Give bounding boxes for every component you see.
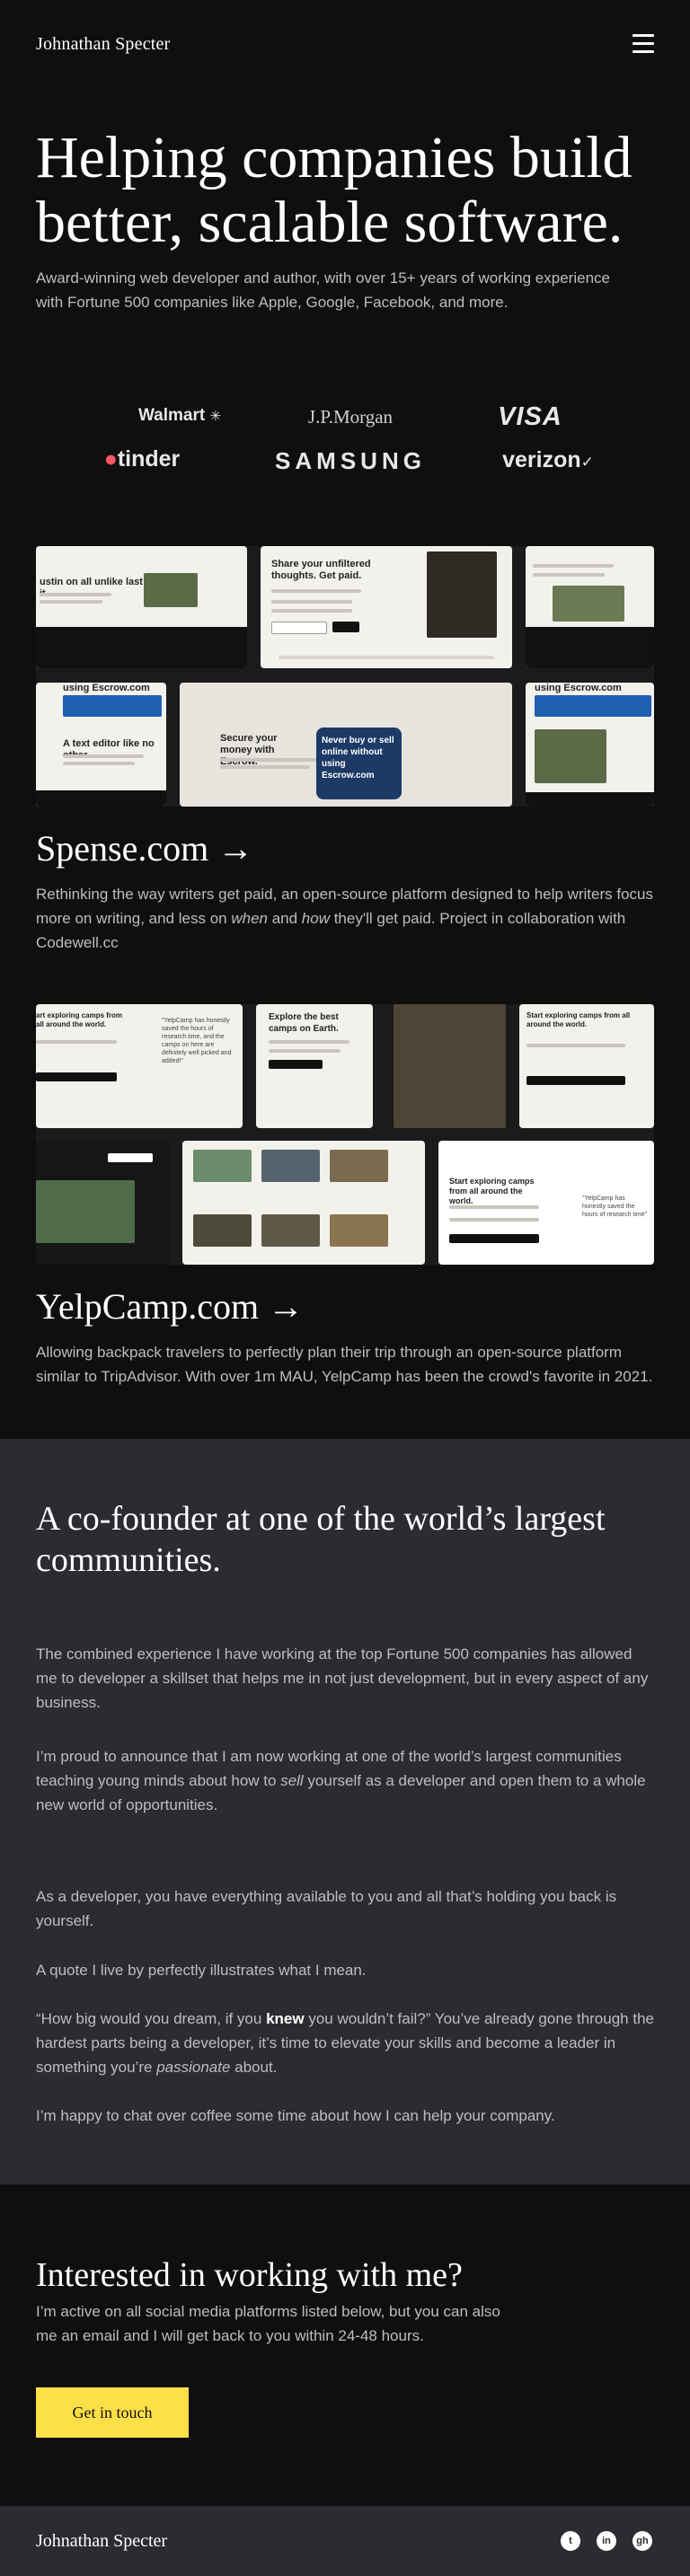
brand-logo[interactable]: Johnathan Specter bbox=[36, 34, 170, 55]
mock-tile bbox=[36, 1141, 171, 1265]
mock-tile: using Escrow.com A text editor like no o… bbox=[36, 683, 166, 807]
cta-title: Interested in working with me? bbox=[36, 2256, 463, 2294]
mock-tile: art exploring camps from all around the … bbox=[36, 1004, 243, 1128]
yelpcamp-link[interactable]: YelpCamp.com → bbox=[36, 1286, 304, 1328]
cofounder-paragraph-2: I’m proud to announce that I am now work… bbox=[36, 1748, 646, 1813]
cofounder-paragraph-3: As a developer, you have everything avai… bbox=[36, 1888, 617, 1929]
yelpcamp-description: Allowing backpack travelers to perfectly… bbox=[36, 1344, 653, 1385]
hero-subtitle: Award-winning web developer and author, … bbox=[36, 269, 610, 311]
cofounder-paragraph-4: A quote I live by perfectly illustrates … bbox=[36, 1962, 367, 1979]
cofounder-title: A co-founder at one of the world’s large… bbox=[36, 1500, 606, 1579]
linkedin-icon[interactable]: in bbox=[597, 2531, 616, 2551]
hero-title: Helping companies build better, scalable… bbox=[36, 125, 632, 255]
site-footer: Johnathan Specter t in gh bbox=[0, 2506, 690, 2576]
cofounder-paragraph-6: I’m happy to chat over coffee some time … bbox=[36, 2107, 555, 2124]
cofounder-paragraph-5: “How big would you dream, if you knew yo… bbox=[36, 2010, 654, 2076]
spense-screenshot[interactable]: ustin on all unlike last it Share your u… bbox=[36, 546, 654, 807]
walmart-logo: Walmart ✳ bbox=[137, 406, 222, 425]
site-header: Johnathan Specter bbox=[0, 0, 690, 90]
twitter-icon[interactable]: t bbox=[561, 2531, 580, 2551]
mock-tile: Start exploring camps from all around th… bbox=[438, 1141, 654, 1265]
mock-tile bbox=[526, 546, 654, 668]
mock-tile: Share your unfiltered thoughts. Get paid… bbox=[261, 546, 512, 668]
cofounder-section: A co-founder at one of the world’s large… bbox=[0, 1439, 690, 2184]
hamburger-menu-icon[interactable] bbox=[632, 34, 654, 54]
mock-tile bbox=[182, 1141, 425, 1265]
tinder-logo: ●tinder bbox=[103, 446, 181, 472]
mock-tile: Explore the best camps on Earth. bbox=[256, 1004, 373, 1128]
client-logos: Walmart ✳ J.P.Morgan VISA ●tinder SAMSUN… bbox=[36, 395, 654, 485]
spense-description: Rethinking the way writers get paid, an … bbox=[36, 886, 653, 951]
yelpcamp-screenshot[interactable]: art exploring camps from all around the … bbox=[36, 1004, 654, 1265]
verizon-logo: verizon✓ bbox=[502, 447, 594, 472]
cta-text: I’m active on all social media platforms… bbox=[36, 2303, 500, 2344]
cofounder-paragraph-1: The combined experience I have working a… bbox=[36, 1645, 649, 1711]
samsung-logo: SAMSUNG bbox=[275, 447, 426, 474]
mock-tile: using Escrow.com bbox=[526, 683, 654, 807]
mock-tile: Start exploring camps from all around th… bbox=[519, 1004, 654, 1128]
spense-link[interactable]: Spense.com → bbox=[36, 828, 253, 869]
footer-brand[interactable]: Johnathan Specter bbox=[36, 2531, 167, 2552]
github-icon[interactable]: gh bbox=[632, 2531, 652, 2551]
jpmorgan-logo: J.P.Morgan bbox=[307, 406, 394, 428]
camp-photo bbox=[394, 1004, 506, 1128]
get-in-touch-button[interactable]: Get in touch bbox=[36, 2387, 189, 2438]
mock-tile: ustin on all unlike last it bbox=[36, 546, 247, 668]
visa-logo: VISA bbox=[498, 402, 562, 431]
mock-tile: Secure your money with Escrow. Never buy… bbox=[180, 683, 512, 807]
